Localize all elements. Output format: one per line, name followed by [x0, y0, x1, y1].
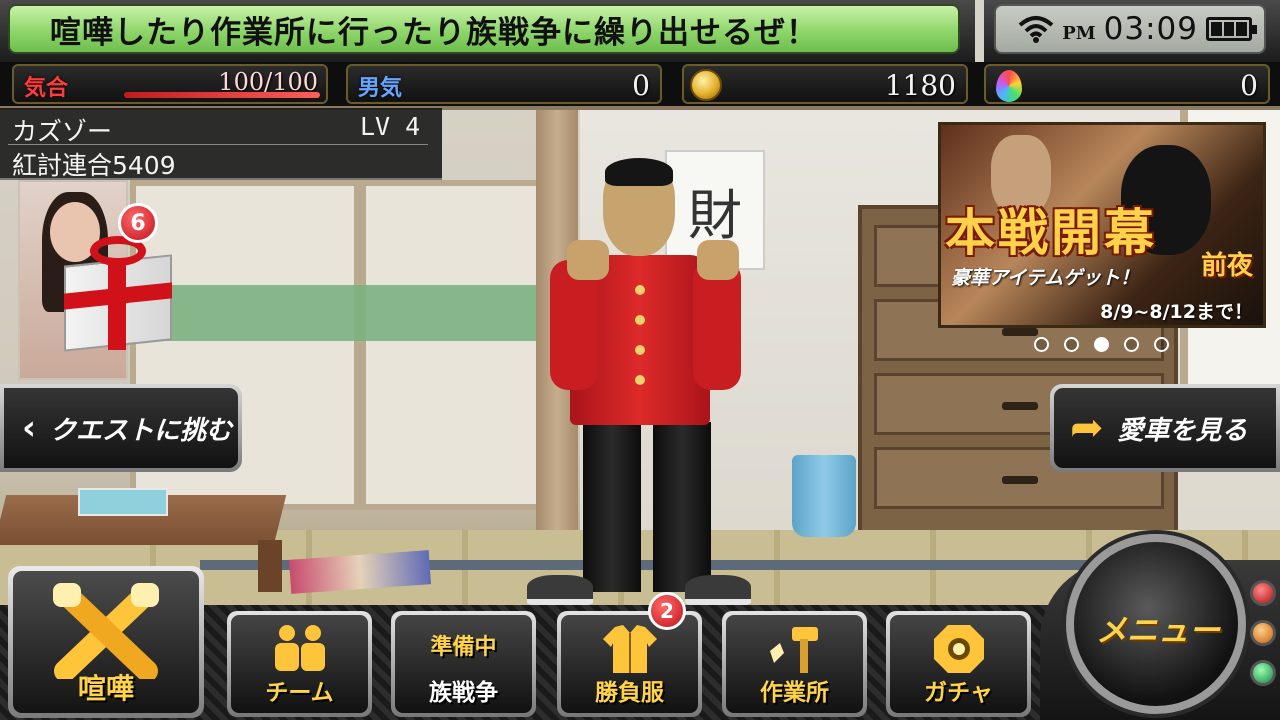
kenka-button[interactable]: 喧嘩 — [8, 566, 204, 718]
outfit-count-badge: 2 — [648, 592, 686, 630]
carousel-dot[interactable] — [1094, 337, 1109, 352]
otoko-value: 0 — [632, 69, 650, 102]
quest-label: クエストに挑む — [50, 415, 233, 446]
news-display: 喧嘩したり作業所に行ったり族戦争に繰り出せるぜ！ — [8, 4, 960, 54]
workshop-button[interactable]: 作業所 — [722, 611, 867, 717]
gift-ribbon — [108, 258, 126, 350]
clock-ampm: PM — [1062, 22, 1096, 44]
event-banner[interactable]: 本戦開幕 前夜 豪華アイテムゲット！ 8/9~8/12まで！ — [938, 122, 1266, 328]
outfit-label: 勝負服 — [595, 680, 664, 706]
crossed-arms-icon — [53, 583, 159, 679]
indicator-lamp-red — [1250, 580, 1276, 606]
character-leg — [653, 422, 711, 592]
character-fist — [567, 240, 609, 280]
character-hair — [605, 158, 673, 186]
tissue-box — [78, 488, 168, 516]
quest-button[interactable]: ‹ クエストに挑む — [0, 384, 242, 472]
team-label: チーム — [265, 680, 334, 706]
player-team: 紅討連合5409 — [12, 151, 176, 180]
table-leg — [258, 540, 282, 592]
quest-button-face: ‹ クエストに挑む — [4, 388, 238, 468]
kiai-gauge-fill — [124, 92, 320, 98]
carousel-dot[interactable] — [1064, 337, 1079, 352]
curved-arrow-icon: ➦ — [1070, 405, 1104, 451]
banner-caption: 豪華アイテムゲット！ — [951, 267, 1140, 289]
player-level: LV 4 — [360, 112, 421, 141]
car-label: 愛車を見る — [1117, 415, 1248, 446]
character-leg — [583, 422, 641, 592]
battery-cell — [1211, 22, 1222, 36]
news-ticker: 喧嘩したり作業所に行ったり族戦争に繰り出せるぜ！ — [0, 0, 975, 62]
coin-icon — [690, 69, 722, 101]
battery-cell — [1236, 22, 1248, 36]
carousel-dot[interactable] — [1124, 337, 1139, 352]
gacha-button[interactable]: ガチャ — [886, 611, 1031, 717]
outfit-button[interactable]: 勝負服 — [557, 611, 702, 717]
carousel-dot[interactable] — [1034, 337, 1049, 352]
outfit-button-face: 勝負服 — [561, 615, 698, 713]
hammer-icon — [770, 627, 818, 673]
gacha-label: ガチャ — [924, 680, 993, 706]
war-label: 族戦争 — [429, 680, 498, 706]
workshop-button-face: 作業所 — [726, 615, 863, 713]
coin-value: 1180 — [884, 69, 956, 102]
main-menu-label: メニュー — [1096, 613, 1220, 649]
kiai-stat[interactable]: 気合 100/100 — [12, 64, 328, 104]
team-button[interactable]: チーム — [227, 611, 372, 717]
banner-period: 8/9~8/12まで！ — [1100, 301, 1253, 323]
banner-subtitle: 前夜 — [1200, 251, 1253, 281]
jacket-button — [635, 375, 645, 385]
indicator-lamp-orange — [1250, 620, 1276, 646]
jacket-button — [635, 345, 645, 355]
indicator-lamp-green — [1250, 660, 1276, 686]
battery-cell — [1223, 22, 1235, 36]
character-shoe — [685, 575, 751, 605]
gift-icon[interactable] — [58, 228, 178, 352]
kiai-label: 気合 — [24, 76, 69, 101]
news-text: 喧嘩したり作業所に行ったり族戦争に繰り出せるぜ！ — [50, 14, 818, 51]
war-button-face: 準備中 族戦争 — [395, 615, 532, 713]
carousel-dot[interactable] — [1154, 337, 1169, 352]
jacket-button — [635, 315, 645, 325]
war-status-label: 準備中 — [430, 635, 497, 660]
clock-time: 03:09 — [1103, 11, 1198, 47]
otoko-stat[interactable]: 男気 0 — [346, 64, 662, 104]
divider — [8, 144, 428, 145]
kiai-gauge — [124, 92, 320, 98]
player-name: カズゾー — [12, 117, 113, 146]
wifi-icon — [1018, 16, 1054, 43]
workshop-label: 作業所 — [760, 680, 829, 706]
gacha-button-face: ガチャ — [890, 615, 1027, 713]
car-button[interactable]: ➦ 愛車を見る — [1050, 384, 1280, 472]
gift-count-badge: 6 — [118, 203, 158, 243]
trash-bin — [792, 455, 856, 537]
gacha-machine-icon — [934, 625, 984, 673]
coin-stat[interactable]: 1180 — [682, 64, 968, 104]
kenka-label: 喧嘩 — [77, 672, 134, 705]
player-card[interactable]: カズゾー LV 4 紅討連合5409 — [0, 108, 442, 180]
kenka-button-face: 喧嘩 — [13, 571, 199, 713]
jacket-button — [635, 285, 645, 295]
character-shoe — [527, 575, 593, 605]
flame-value: 0 — [1240, 69, 1258, 102]
carousel-dots — [1034, 337, 1169, 352]
wall-stripe — [150, 285, 560, 341]
status-panel: PM 03:09 — [984, 0, 1280, 62]
jacket-icon — [603, 625, 657, 673]
flame-stat[interactable]: 0 — [984, 64, 1270, 104]
team-icon — [275, 625, 325, 671]
battery-icon — [1206, 17, 1257, 41]
chevron-left-icon: ‹ — [22, 408, 37, 448]
character-fist — [697, 240, 739, 280]
status-display: PM 03:09 — [994, 4, 1266, 54]
stats-bar: 気合 100/100 男気 0 1180 0 — [0, 62, 1280, 106]
otoko-label: 男気 — [358, 76, 403, 101]
flame-icon — [996, 70, 1022, 102]
player-character[interactable] — [525, 158, 755, 610]
war-button[interactable]: 準備中 族戦争 — [391, 611, 536, 717]
car-button-face: ➦ 愛車を見る — [1054, 388, 1276, 468]
team-button-face: チーム — [231, 615, 368, 713]
